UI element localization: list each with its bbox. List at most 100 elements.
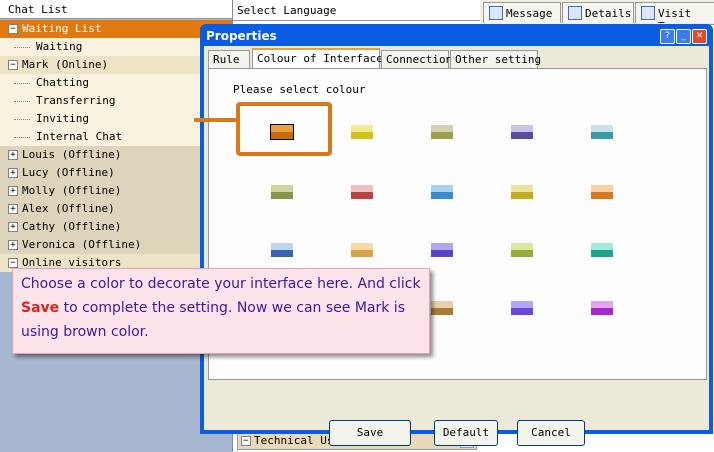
minimize-button[interactable]: _ (676, 29, 691, 44)
collapse-icon[interactable]: − (8, 60, 18, 70)
tab-message[interactable]: Message (483, 2, 561, 23)
expand-icon[interactable]: + (8, 222, 18, 232)
chat-list-title: Chat List (8, 3, 68, 16)
tree-node[interactable]: + Lucy (Offline) (0, 164, 232, 182)
colour-swatch[interactable] (511, 185, 533, 199)
swatch-top (351, 243, 373, 250)
swatch-top (511, 243, 533, 250)
tree-leaf[interactable]: Waiting (0, 38, 232, 56)
tree-leaf[interactable]: Transferring (0, 92, 232, 110)
callout-text-2: to complete the setting. Now we can see … (21, 300, 405, 340)
visit-icon (641, 6, 655, 20)
swatch-bottom (511, 250, 533, 257)
dialog-title: Properties (206, 29, 277, 43)
tree-node[interactable]: + Alex (Offline) (0, 200, 232, 218)
colour-swatch[interactable] (591, 301, 613, 315)
colour-swatch[interactable] (511, 125, 533, 139)
default-button[interactable]: Default (434, 420, 498, 446)
technical-use-label: Technical Use (254, 434, 341, 447)
colour-swatch[interactable] (271, 243, 293, 257)
tree-node[interactable]: + Molly (Offline) (0, 182, 232, 200)
swatch-bottom (591, 192, 613, 199)
swatch-top (511, 125, 533, 132)
expand-icon[interactable]: + (8, 204, 18, 214)
colour-swatch[interactable] (591, 125, 613, 139)
tree-node[interactable]: − Mark (Online) (0, 56, 232, 74)
swatch-top (351, 185, 373, 192)
select-language-label: Select Language (237, 4, 337, 17)
expand-icon[interactable]: + (8, 240, 18, 250)
instruction-label: Please select colour (233, 83, 366, 96)
swatch-top (591, 125, 613, 132)
colour-swatch[interactable] (591, 185, 613, 199)
tree-connector (14, 47, 30, 48)
colour-swatch[interactable] (511, 301, 533, 315)
colour-swatch[interactable] (431, 243, 453, 257)
tree-label: Louis (Offline) (22, 148, 122, 161)
tab-message-label: Message (506, 7, 553, 20)
highlight-pointer (194, 118, 240, 122)
colour-swatch[interactable] (431, 185, 453, 199)
swatch-bottom (431, 250, 453, 257)
swatch-bottom (511, 308, 533, 315)
tab-other-setting-label: Other setting (455, 53, 542, 66)
tab-details[interactable]: Details (562, 2, 634, 23)
tree-leaf[interactable]: Chatting (0, 74, 232, 92)
cancel-button[interactable]: Cancel (517, 420, 585, 446)
tree-connector (14, 83, 30, 84)
chat-list-header: Chat List (0, 0, 232, 19)
details-icon (568, 6, 582, 20)
right-tab-bar: Message Details Visit Tra (480, 0, 714, 25)
tab-connection[interactable]: Connection (381, 50, 453, 68)
tab-connection-label: Connection (386, 53, 453, 66)
swatch-top (271, 185, 293, 192)
swatch-top (271, 125, 293, 132)
colour-swatch[interactable] (511, 243, 533, 257)
tree-label: Alex (Offline) (22, 202, 115, 215)
close-button[interactable]: ✕ (692, 29, 707, 44)
colour-swatch-selected[interactable] (270, 124, 294, 140)
expand-icon[interactable]: + (8, 186, 18, 196)
tab-visit[interactable]: Visit Tra (635, 2, 714, 23)
tree-node[interactable]: − Waiting List (0, 20, 232, 38)
collapse-icon[interactable]: − (8, 24, 18, 34)
tree-node[interactable]: + Louis (Offline) (0, 146, 232, 164)
swatch-bottom (271, 192, 293, 199)
tab-rule[interactable]: Rule (208, 50, 250, 68)
colour-swatch[interactable] (351, 185, 373, 199)
colour-swatch[interactable] (351, 243, 373, 257)
swatch-top (591, 243, 613, 250)
swatch-top (511, 301, 533, 308)
swatch-top (431, 185, 453, 192)
select-language-bar[interactable]: Select Language (233, 0, 480, 21)
tree-node[interactable]: + Veronica (Offline) (0, 236, 232, 254)
collapse-icon[interactable]: − (8, 258, 18, 268)
swatch-bottom (351, 192, 373, 199)
tree-label: Molly (Offline) (22, 184, 122, 197)
swatch-top (511, 185, 533, 192)
expand-icon[interactable]: + (8, 168, 18, 178)
tree-label: Waiting (36, 40, 83, 53)
tree-label: Transferring (36, 94, 116, 107)
expand-icon[interactable]: + (8, 150, 18, 160)
swatch-bottom (431, 132, 453, 139)
tree-node[interactable]: + Cathy (Offline) (0, 218, 232, 236)
colour-swatch[interactable] (271, 185, 293, 199)
help-button[interactable]: ? (660, 29, 675, 44)
save-button[interactable]: Save (329, 420, 411, 446)
colour-swatch[interactable] (351, 125, 373, 139)
colour-swatch[interactable] (431, 125, 453, 139)
tree-label: Veronica (Offline) (22, 238, 142, 251)
tab-other-setting[interactable]: Other setting (450, 50, 542, 68)
tree-connector (14, 137, 30, 138)
tab-visit-label: Visit Tra (658, 7, 692, 23)
colour-swatch[interactable] (591, 243, 613, 257)
tree-leaf[interactable]: Internal Chat (0, 128, 232, 146)
tab-colour-of-interface[interactable]: Colour of Interface (252, 48, 383, 69)
collapse-icon[interactable]: − (241, 436, 251, 446)
colour-swatch[interactable] (431, 301, 453, 315)
callout-highlight: Save (21, 300, 60, 316)
swatch-top (591, 185, 613, 192)
tree-label: Chatting (36, 76, 89, 89)
swatch-bottom (591, 132, 613, 139)
